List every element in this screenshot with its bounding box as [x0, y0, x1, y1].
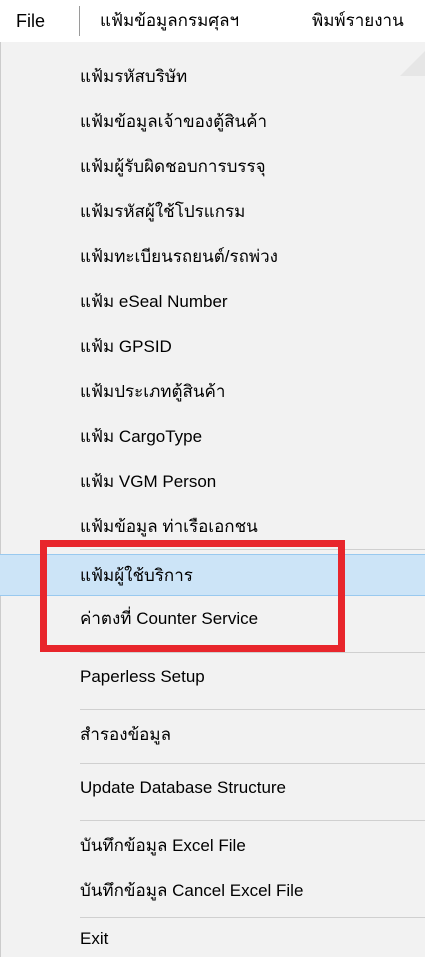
menu-item-vgm-person[interactable]: แฟ้ม VGM Person: [80, 459, 425, 503]
menu-item-packing-responsible[interactable]: แฟ้มผู้รับผิดชอบการบรรจุ: [80, 144, 425, 188]
menu-separator: [80, 917, 425, 918]
menu-item-backup[interactable]: สำรองข้อมูล: [80, 712, 425, 756]
menu-bar: File แฟ้มข้อมูลกรมศุลฯ พิมพ์รายงาน: [0, 0, 425, 42]
menu-separator: [80, 652, 425, 653]
menu-customs-files[interactable]: แฟ้มข้อมูลกรมศุลฯ: [100, 0, 239, 42]
menu-item-paperless-setup[interactable]: Paperless Setup: [80, 655, 425, 699]
menu-separator: [80, 763, 425, 764]
menu-item-eseal-number[interactable]: แฟ้ม eSeal Number: [80, 279, 425, 323]
annotation-highlight-box: [40, 540, 345, 652]
menu-item-save-excel[interactable]: บันทึกข้อมูล Excel File: [80, 823, 425, 867]
menu-item-container-owner[interactable]: แฟ้มข้อมูลเจ้าของตู้สินค้า: [80, 99, 425, 143]
menubar-divider: [79, 6, 80, 36]
menu-item-company-code[interactable]: แฟ้มรหัสบริษัท: [80, 54, 425, 98]
menu-item-gpsid[interactable]: แฟ้ม GPSID: [80, 324, 425, 368]
menu-file[interactable]: File: [16, 0, 45, 42]
menu-print-report[interactable]: พิมพ์รายงาน: [312, 0, 404, 42]
menu-item-container-type[interactable]: แฟ้มประเภทตู้สินค้า: [80, 369, 425, 413]
menu-item-vehicle-registration[interactable]: แฟ้มทะเบียนรถยนต์/รถพ่วง: [80, 234, 425, 278]
menu-item-update-database[interactable]: Update Database Structure: [80, 766, 425, 810]
menu-separator: [80, 709, 425, 710]
menu-item-program-users[interactable]: แฟ้มรหัสผู้ใช้โปรแกรม: [80, 189, 425, 233]
menu-item-save-cancel-excel[interactable]: บันทึกข้อมูล Cancel Excel File: [80, 868, 425, 912]
menu-item-exit[interactable]: Exit: [80, 920, 425, 957]
menu-separator: [80, 820, 425, 821]
menu-item-cargo-type[interactable]: แฟ้ม CargoType: [80, 414, 425, 458]
